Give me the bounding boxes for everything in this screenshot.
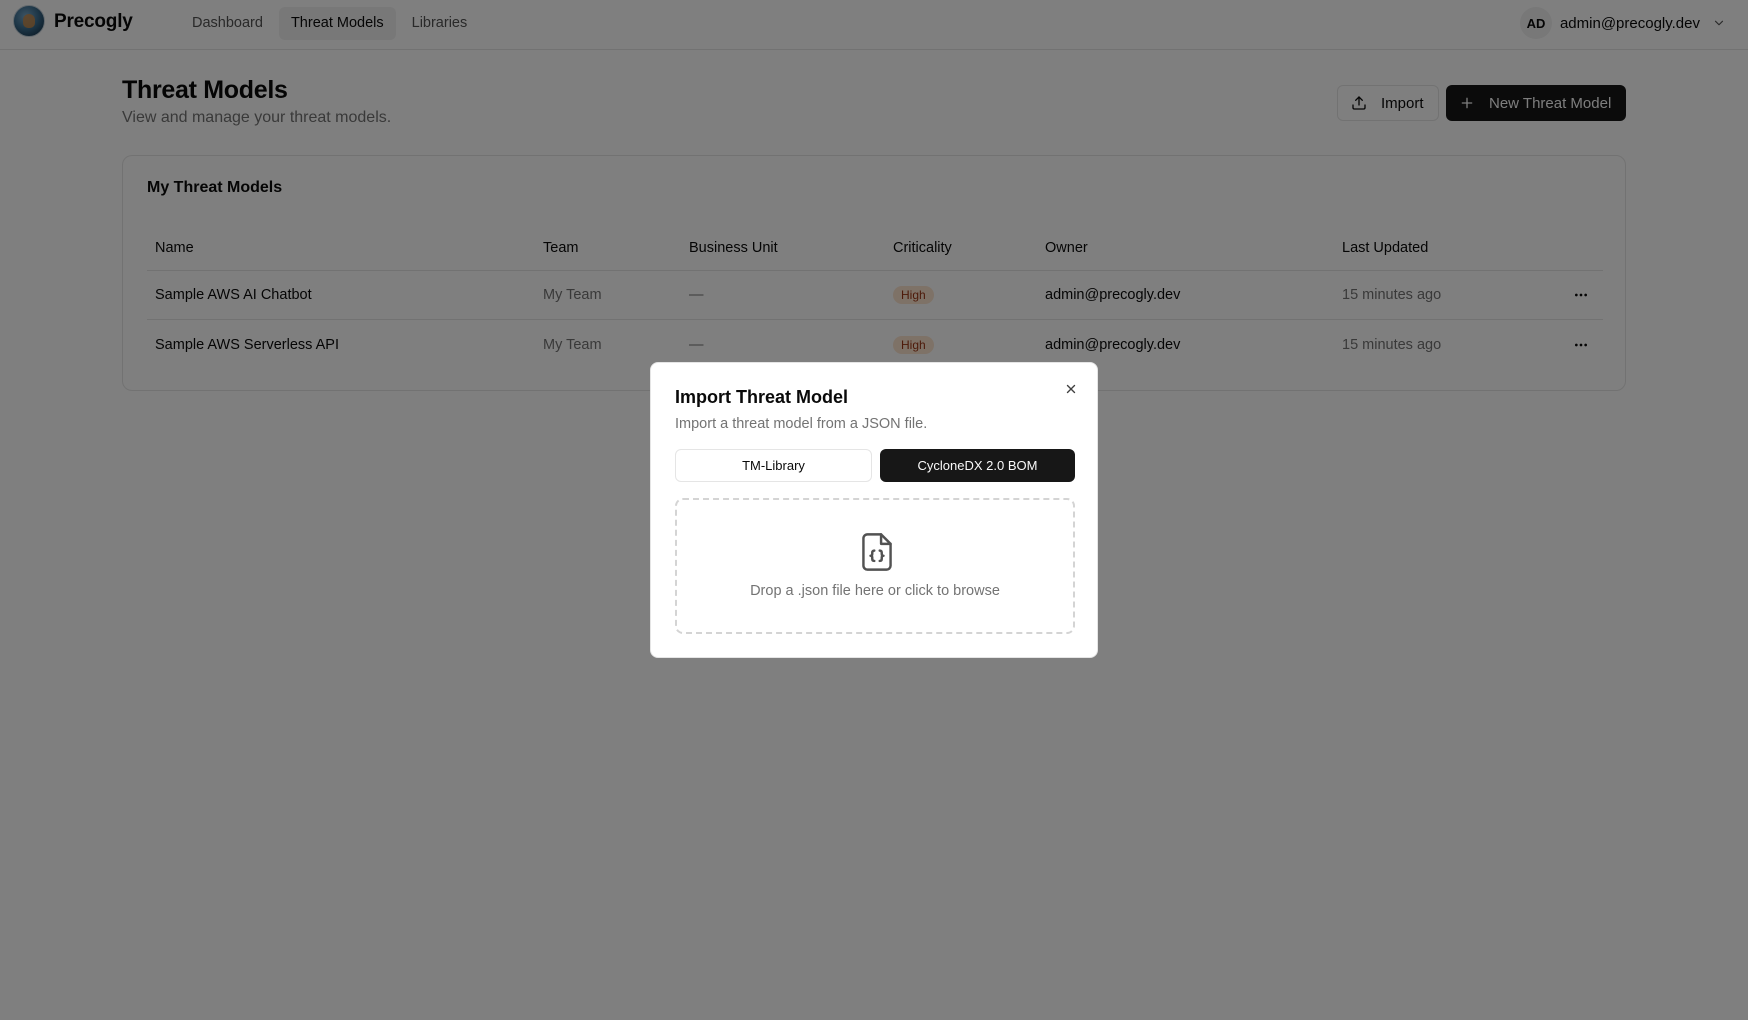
dropzone-text: Drop a .json file here or click to brows… xyxy=(750,583,1000,599)
close-icon xyxy=(1066,384,1076,394)
file-dropzone[interactable]: Drop a .json file here or click to brows… xyxy=(675,498,1075,634)
tab-tm-library[interactable]: TM-Library xyxy=(675,449,872,482)
file-json-icon xyxy=(862,533,892,571)
close-button[interactable] xyxy=(1062,380,1080,398)
dialog-title: Import Threat Model xyxy=(675,387,849,407)
import-dialog: Import Threat Model Import a threat mode… xyxy=(650,362,1098,658)
tab-cyclonedx-bom[interactable]: CycloneDX 2.0 BOM xyxy=(880,449,1075,482)
dialog-description: Import a threat model from a JSON file. xyxy=(675,416,928,432)
